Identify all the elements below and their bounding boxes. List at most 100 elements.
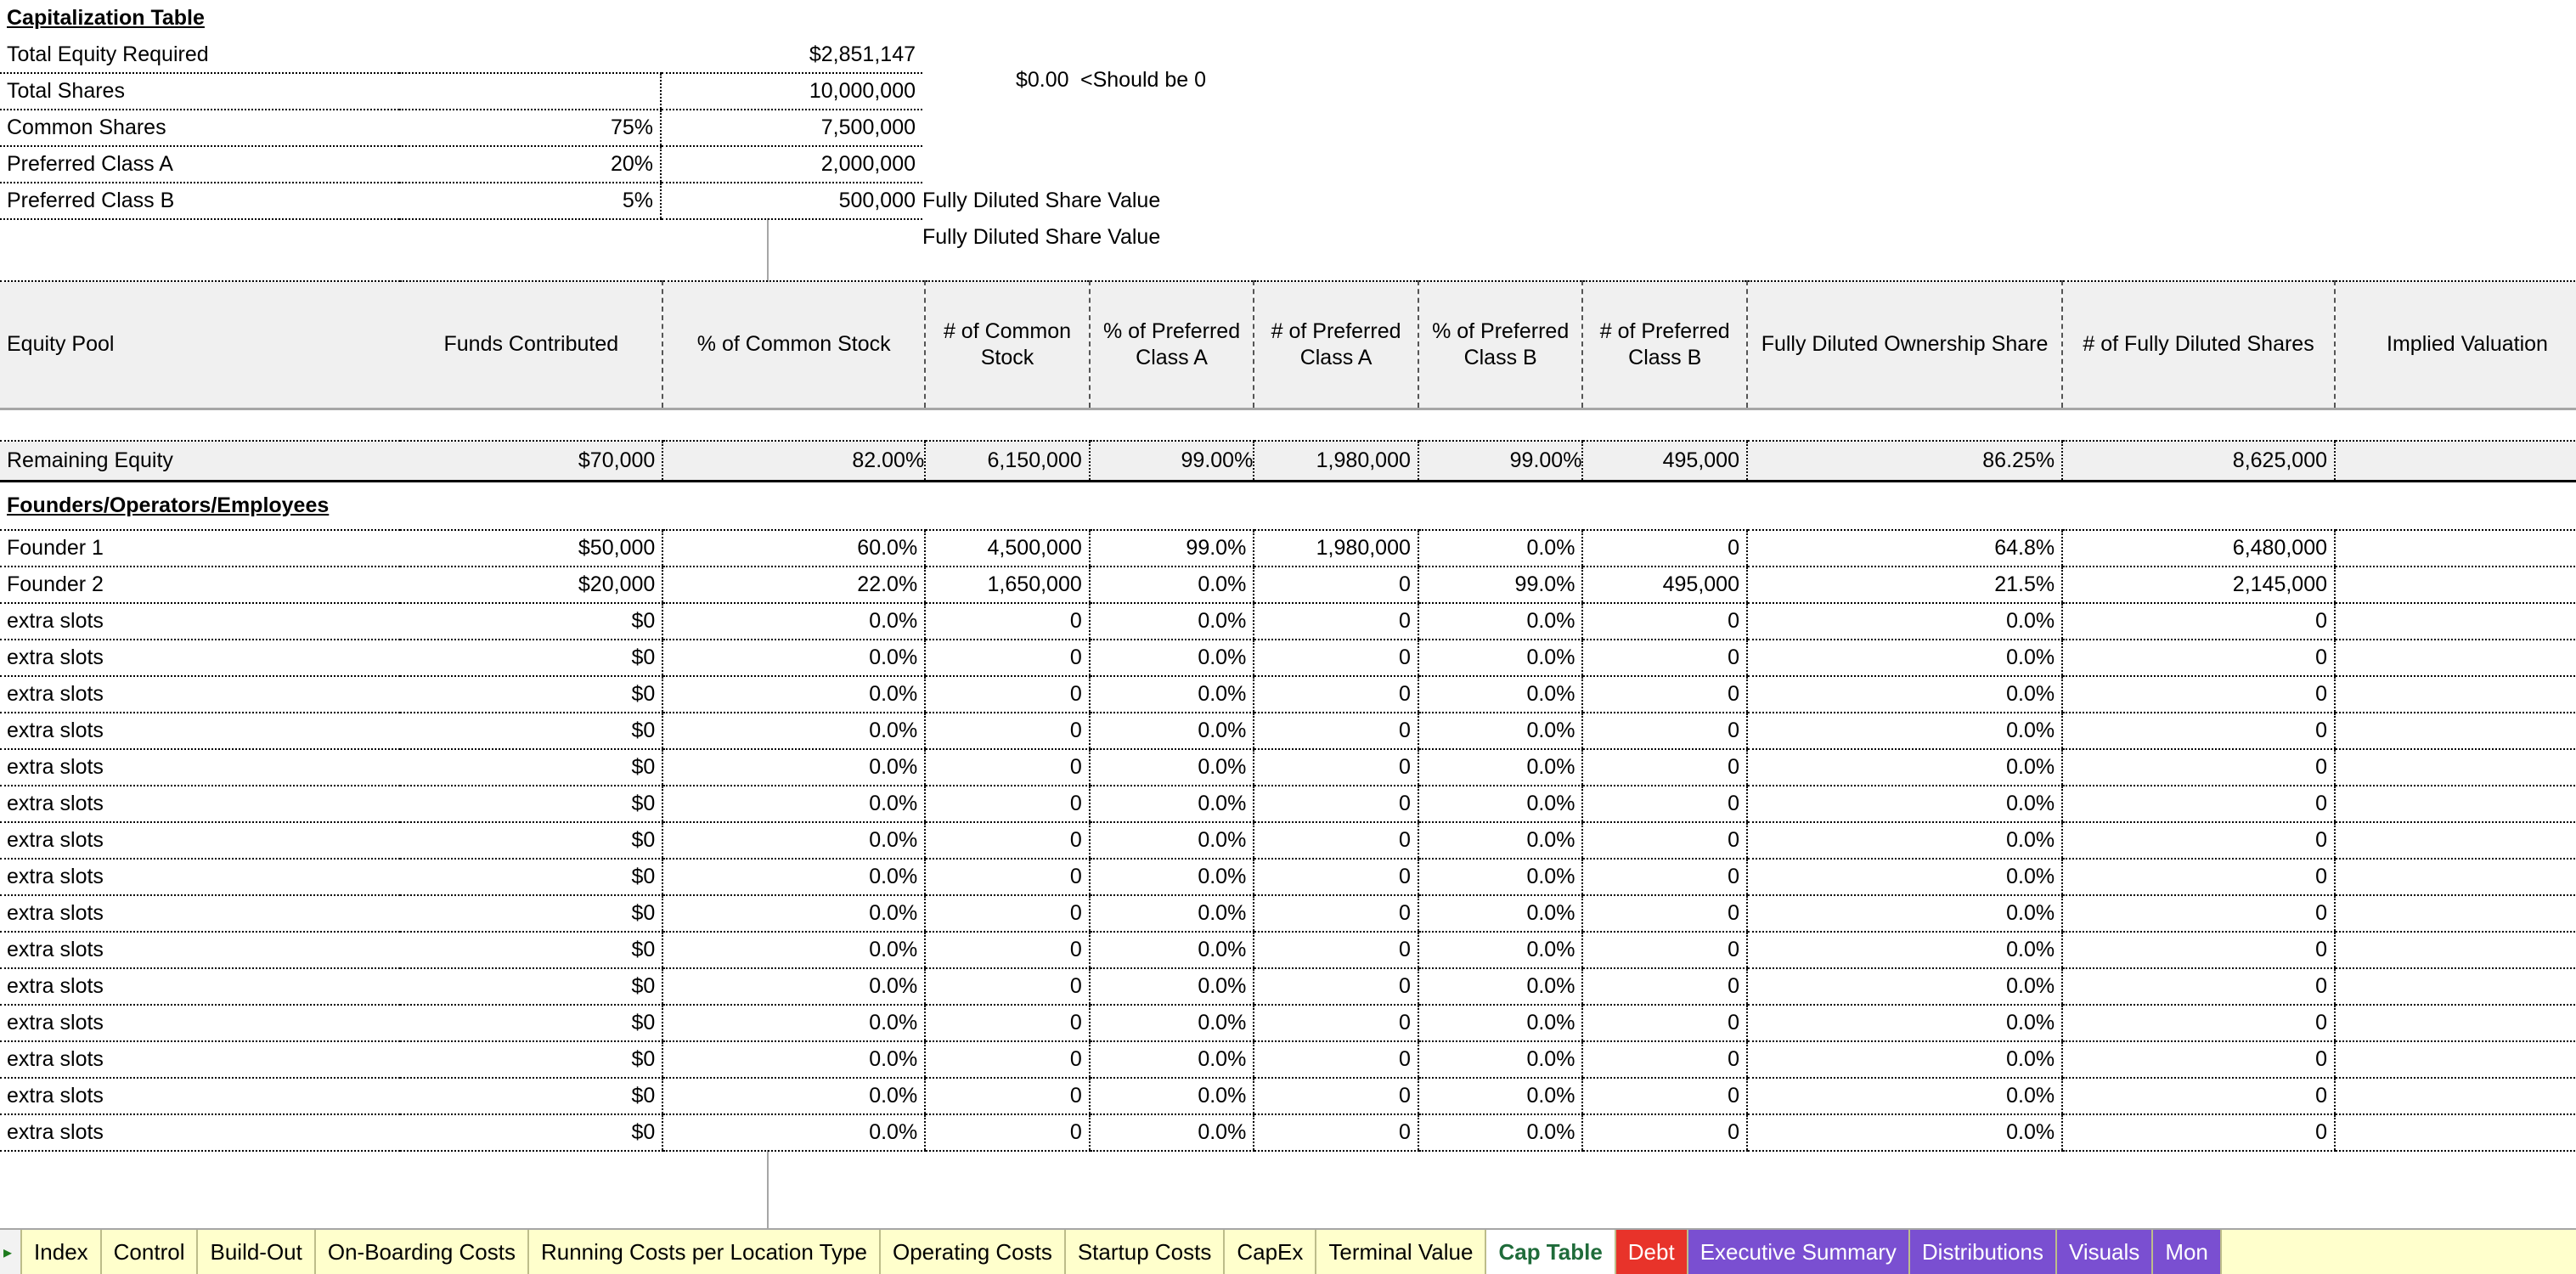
cell-num-preferred-a[interactable]: 0 <box>1253 931 1418 969</box>
table-row[interactable]: Preferred Class A 20% 2,000,000 <box>0 146 922 183</box>
column-header-equity-pool[interactable]: Equity Pool <box>0 280 401 410</box>
cell-preferred-a-value[interactable]: 2,000,000 <box>660 146 922 183</box>
cell-fd-ownership-share[interactable]: 0.0% <box>1745 1040 2063 1079</box>
cell-pct-preferred-b[interactable]: 0.0% <box>1417 529 1583 567</box>
cell-funds-contributed[interactable]: $0 <box>400 639 663 677</box>
table-row[interactable]: extra slots $0 0.0% 0 0.0% 0 0.0% 0 0.0% 0 <box>0 858 2576 896</box>
column-header-pct-common-stock[interactable]: % of Common Stock <box>662 280 926 410</box>
cell-equity-pool-name[interactable]: extra slots <box>0 1077 401 1115</box>
cell-fd-ownership-share[interactable]: 21.5% <box>1745 566 2063 604</box>
cell-common-shares-value[interactable]: 7,500,000 <box>660 110 922 147</box>
table-row[interactable]: extra slots $0 0.0% 0 0.0% 0 0.0% 0 0.0% 0 <box>0 967 2576 1006</box>
cell-num-fd-shares[interactable]: 0 <box>2061 1040 2336 1079</box>
cell-num-fd-shares[interactable]: 0 <box>2061 931 2336 969</box>
cell-funds-contributed[interactable]: $0 <box>400 1077 663 1115</box>
cell-pct-preferred-a[interactable]: 0.0% <box>1088 1004 1254 1042</box>
cell-equity-pool-name[interactable]: extra slots <box>0 967 401 1006</box>
cell-pct-preferred-a[interactable]: 0.0% <box>1088 894 1254 933</box>
cell-num-preferred-a[interactable]: 0 <box>1253 712 1418 750</box>
cell-implied-valuation[interactable] <box>2334 967 2576 1006</box>
cell-pct-common-stock[interactable]: 0.0% <box>662 785 926 823</box>
table-row[interactable]: Preferred Class B 5% 500,000 <box>0 183 922 220</box>
table-row[interactable]: extra slots $0 0.0% 0 0.0% 0 0.0% 0 0.0% 0 <box>0 602 2576 640</box>
cell-pct-preferred-b[interactable]: 0.0% <box>1417 639 1583 677</box>
cell-pct-preferred-a[interactable]: 0.0% <box>1088 639 1254 677</box>
cell-pct-preferred-b[interactable]: 0.0% <box>1417 821 1583 860</box>
column-header-num-preferred-a[interactable]: # of Preferred Class A <box>1253 280 1418 410</box>
cell-funds-contributed[interactable]: $0 <box>400 748 663 786</box>
cell-num-common-stock[interactable]: 0 <box>924 1040 1090 1079</box>
cell-pct-preferred-a[interactable]: 0.0% <box>1088 785 1254 823</box>
cell-num-common-stock[interactable]: 0 <box>924 931 1090 969</box>
cell-pct-common-stock[interactable]: 0.0% <box>662 675 926 713</box>
cell-num-preferred-b[interactable]: 0 <box>1581 967 1747 1006</box>
cell-num-preferred-a[interactable]: 0 <box>1253 748 1418 786</box>
cell-funds-contributed[interactable]: $20,000 <box>400 566 663 604</box>
table-row[interactable]: Founder 1 $50,000 60.0% 4,500,000 99.0% 1,980… <box>0 529 2576 567</box>
cell-num-preferred-b[interactable]: 0 <box>1581 821 1747 860</box>
table-row[interactable]: Total Shares 10,000,000 <box>0 72 922 110</box>
sheet-nav-arrows[interactable]: ▸ <box>0 1230 21 1274</box>
cell-pct-common-stock[interactable]: 0.0% <box>662 712 926 750</box>
table-row[interactable]: extra slots $0 0.0% 0 0.0% 0 0.0% 0 0.0% 0 <box>0 785 2576 823</box>
cell-remaining-fd-shares[interactable]: 8,625,000 <box>2061 440 2336 482</box>
column-header-pct-preferred-b[interactable]: % of Preferred Class B <box>1417 280 1583 410</box>
cell-fd-ownership-share[interactable]: 0.0% <box>1745 1077 2063 1115</box>
sheet-tab-index[interactable]: Index <box>20 1230 102 1274</box>
cell-funds-contributed[interactable]: $0 <box>400 858 663 896</box>
cell-implied-valuation[interactable] <box>2334 1077 2576 1115</box>
cell-preferred-b-pct[interactable]: 5% <box>399 183 661 220</box>
cell-pct-preferred-a[interactable]: 0.0% <box>1088 1077 1254 1115</box>
cell-num-common-stock[interactable]: 0 <box>924 858 1090 896</box>
cell-num-preferred-b[interactable]: 0 <box>1581 748 1747 786</box>
cell-implied-valuation[interactable] <box>2334 785 2576 823</box>
cell-num-common-stock[interactable]: 0 <box>924 1004 1090 1042</box>
table-row[interactable]: extra slots $0 0.0% 0 0.0% 0 0.0% 0 0.0% 0 <box>0 894 2576 933</box>
cell-num-common-stock[interactable]: 0 <box>924 1113 1090 1152</box>
column-header-num-fully-diluted-shares[interactable]: # of Fully Diluted Shares <box>2061 280 2336 410</box>
column-header-num-preferred-b[interactable]: # of Preferred Class B <box>1581 280 1747 410</box>
cell-pct-preferred-b[interactable]: 0.0% <box>1417 894 1583 933</box>
cell-funds-contributed[interactable]: $0 <box>400 1113 663 1152</box>
cell-pct-preferred-a[interactable]: 0.0% <box>1088 1040 1254 1079</box>
cell-num-fd-shares[interactable]: 0 <box>2061 675 2336 713</box>
cell-implied-valuation[interactable]: $ <box>2334 566 2576 604</box>
table-row[interactable]: extra slots $0 0.0% 0 0.0% 0 0.0% 0 0.0% 0 <box>0 1004 2576 1042</box>
cell-num-preferred-b[interactable]: 0 <box>1581 602 1747 640</box>
cell-pct-preferred-b[interactable]: 0.0% <box>1417 748 1583 786</box>
cell-num-preferred-a[interactable]: 0 <box>1253 639 1418 677</box>
remaining-equity-row[interactable]: Remaining Equity $70,000 82.00% 6,150,00… <box>0 440 2576 482</box>
cell-pct-preferred-b[interactable]: 0.0% <box>1417 785 1583 823</box>
sheet-tab-control[interactable]: Control <box>101 1230 199 1274</box>
cell-pct-common-stock[interactable]: 0.0% <box>662 1113 926 1152</box>
column-header-fully-diluted-ownership-share[interactable]: Fully Diluted Ownership Share <box>1745 280 2063 410</box>
cell-num-fd-shares[interactable]: 0 <box>2061 1004 2336 1042</box>
column-header-implied-valuation[interactable]: Implied Valuation <box>2334 280 2576 410</box>
cell-implied-valuation[interactable]: $ <box>2334 529 2576 567</box>
cell-preferred-a-pct[interactable]: 20% <box>399 146 661 183</box>
cell-num-preferred-b[interactable]: 0 <box>1581 712 1747 750</box>
cell-funds-contributed[interactable]: $0 <box>400 967 663 1006</box>
cell-pct-common-stock[interactable]: 0.0% <box>662 821 926 860</box>
cell-num-preferred-b[interactable]: 0 <box>1581 1077 1747 1115</box>
cell-num-preferred-b[interactable]: 0 <box>1581 529 1747 567</box>
cell-pct-common-stock[interactable]: 22.0% <box>662 566 926 604</box>
cell-num-preferred-a[interactable]: 0 <box>1253 1113 1418 1152</box>
cell-equity-pool-name[interactable]: Founder 2 <box>0 566 401 604</box>
cell-num-preferred-a[interactable]: 0 <box>1253 566 1418 604</box>
cell-total-shares-value[interactable]: 10,000,000 <box>660 72 922 110</box>
cell-pct-common-stock[interactable]: 0.0% <box>662 602 926 640</box>
cell-equity-pool-name[interactable]: extra slots <box>0 748 401 786</box>
cell-num-fd-shares[interactable]: 6,480,000 <box>2061 529 2336 567</box>
cell-equity-pool-name[interactable]: extra slots <box>0 675 401 713</box>
cell-pct-common-stock[interactable]: 0.0% <box>662 639 926 677</box>
cell-num-common-stock[interactable]: 0 <box>924 639 1090 677</box>
sheet-tab-executive-summary[interactable]: Executive Summary <box>1688 1230 1910 1274</box>
table-row[interactable]: Common Shares 75% 7,500,000 <box>0 110 922 147</box>
cell-num-preferred-a[interactable]: 0 <box>1253 602 1418 640</box>
cell-num-preferred-b[interactable]: 0 <box>1581 894 1747 933</box>
cell-implied-valuation[interactable] <box>2334 675 2576 713</box>
cell-num-common-stock[interactable]: 0 <box>924 894 1090 933</box>
cell-fd-ownership-share[interactable]: 0.0% <box>1745 675 2063 713</box>
cell-num-preferred-b[interactable]: 0 <box>1581 1040 1747 1079</box>
